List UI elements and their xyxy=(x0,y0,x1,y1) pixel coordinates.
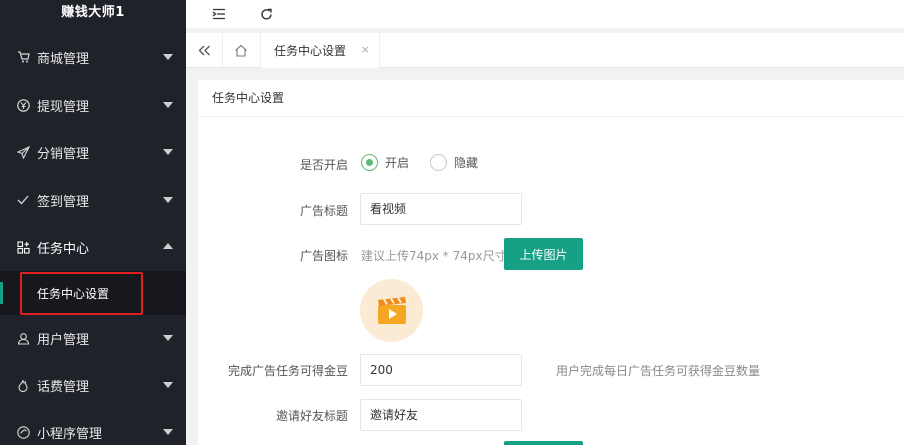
ad-coins-hint: 用户完成每日广告任务可获得金豆数量 xyxy=(556,364,761,378)
chevron-down-icon xyxy=(163,197,173,203)
radio-label: 隐藏 xyxy=(454,156,479,170)
tabs-scroll-left-icon[interactable] xyxy=(186,33,222,68)
user-icon xyxy=(16,331,30,345)
sidebar-item-phone-bill[interactable]: 话费管理 xyxy=(0,361,186,409)
invite-title-input[interactable]: 邀请好友 xyxy=(360,399,522,431)
sidebar-item-shop[interactable]: 商城管理 xyxy=(0,33,186,81)
ad-title-label: 广告标题 xyxy=(299,204,348,218)
ad-icon-hint: 建议上传74px * 74px尺寸 xyxy=(361,249,507,263)
sidebar-item-label: 签到管理 xyxy=(37,194,90,210)
sidebar-item-label: 小程序管理 xyxy=(37,426,103,442)
sidebar-item-users[interactable]: 用户管理 xyxy=(0,314,186,362)
sidebar-subitem-task-settings[interactable]: 任务中心设置 xyxy=(20,272,143,315)
radio-circle xyxy=(430,154,447,171)
cart-icon xyxy=(16,50,30,64)
chevron-down-icon xyxy=(163,54,173,60)
chevron-up-icon xyxy=(163,243,173,249)
invite-title-label: 邀请好友标题 xyxy=(275,409,348,423)
check-icon xyxy=(16,193,30,207)
tab-task-settings[interactable]: 任务中心设置 × xyxy=(260,33,380,68)
grid-icon xyxy=(16,240,30,254)
send-icon xyxy=(16,145,30,159)
tab-label: 任务中心设置 xyxy=(274,44,347,58)
video-icon xyxy=(360,279,423,342)
brand-title: 赚钱大师1 xyxy=(61,5,125,20)
top-header xyxy=(186,0,904,28)
refresh-icon[interactable] xyxy=(256,4,276,24)
sidebar-item-checkin[interactable]: 签到管理 xyxy=(0,176,186,224)
radio-label: 开启 xyxy=(385,156,410,170)
enabled-label: 是否开启 xyxy=(299,158,348,172)
sidebar-item-label: 商城管理 xyxy=(37,51,90,67)
sidebar-item-withdraw[interactable]: 提现管理 xyxy=(0,81,186,129)
sidebar-subitem-label: 任务中心设置 xyxy=(37,287,110,301)
ad-coins-label: 完成广告任务可得金豆 xyxy=(227,364,348,378)
ad-icon-label: 广告图标 xyxy=(299,249,348,263)
home-icon[interactable] xyxy=(223,33,259,68)
fire-icon xyxy=(16,378,30,392)
sidebar-item-label: 提现管理 xyxy=(37,99,90,115)
radio-enabled-on[interactable]: 开启 xyxy=(361,154,409,171)
tabs-bar: 任务中心设置 × xyxy=(186,33,904,68)
radio-circle-checked xyxy=(361,154,378,171)
chevron-down-icon xyxy=(163,102,173,108)
upload-image-button-partial[interactable] xyxy=(504,441,583,445)
sidebar-item-miniapp[interactable]: 小程序管理 xyxy=(0,408,186,445)
settings-card: 任务中心设置 是否开启 开启 隐藏 广告标题 看视频 广告图标 建议上传74px… xyxy=(198,80,904,445)
sidebar-item-task-center[interactable]: 任务中心 xyxy=(0,223,186,271)
chevron-down-icon xyxy=(163,382,173,388)
chevron-down-icon xyxy=(163,149,173,155)
ad-title-input[interactable]: 看视频 xyxy=(360,193,522,225)
sidebar-item-label: 话费管理 xyxy=(37,379,90,395)
sidebar-item-label: 任务中心 xyxy=(37,241,90,257)
card-title: 任务中心设置 xyxy=(198,80,904,117)
sidebar: 赚钱大师1 商城管理 提现管理 分销管理 签到管理 任务中心 任务中心设置 用户… xyxy=(0,0,186,445)
active-indicator xyxy=(0,282,3,304)
chevron-down-icon xyxy=(163,335,173,341)
sidebar-item-distribution[interactable]: 分销管理 xyxy=(0,128,186,176)
sidebar-item-label: 分销管理 xyxy=(37,146,90,162)
sidebar-item-label: 用户管理 xyxy=(37,332,90,348)
miniapp-icon xyxy=(16,425,30,439)
upload-image-button[interactable]: 上传图片 xyxy=(504,238,583,270)
chevron-down-icon xyxy=(163,429,173,435)
close-icon[interactable]: × xyxy=(361,43,370,56)
ad-coins-input[interactable]: 200 xyxy=(360,354,522,386)
radio-enabled-off[interactable]: 隐藏 xyxy=(430,154,478,171)
sidebar-submenu: 任务中心设置 xyxy=(0,271,186,315)
menu-collapse-icon[interactable] xyxy=(209,4,229,24)
yen-icon xyxy=(16,98,30,112)
